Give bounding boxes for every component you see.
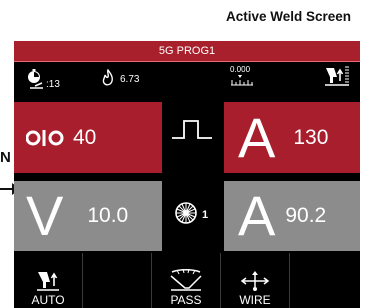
tab-empty-2[interactable] [290, 253, 360, 308]
volts-value: 10.0 [87, 204, 129, 227]
oscillation-value: 40 [73, 125, 97, 149]
amps-set-value: 130 [293, 125, 329, 149]
tab-empty-1[interactable] [83, 253, 152, 308]
tab-wire[interactable]: WIRE [221, 253, 290, 308]
screen-caption: Active Weld Screen [226, 9, 352, 24]
tab-auto[interactable]: AUTO [14, 253, 83, 308]
stopwatch-icon [26, 69, 44, 89]
side-label: N [0, 149, 11, 166]
pulse-waveform-icon[interactable] [171, 118, 213, 142]
volts-symbol: V [26, 184, 64, 247]
rotation-value: 1 [202, 209, 209, 221]
heat-value: 6.73 [120, 74, 140, 85]
volts-panel[interactable]: V 10.0 [14, 181, 162, 251]
gauge-value: 0.000 [230, 65, 251, 74]
flame-icon [102, 69, 114, 87]
gauge-scale-icon [230, 75, 254, 86]
status-bar: :13 6.73 0.000 [14, 62, 360, 102]
oscillation-panel[interactable]: 40 [14, 102, 162, 173]
weld-pass-icon [169, 268, 203, 292]
amps-actual-panel[interactable]: A 90.2 [224, 181, 360, 251]
rotation-wheel-icon[interactable] [174, 201, 198, 225]
tab-wire-label: WIRE [239, 293, 271, 307]
tab-pass-label: PASS [170, 293, 202, 307]
torch-feed-icon [36, 270, 60, 292]
program-title: 5G PROG1 [158, 45, 216, 57]
tab-pass[interactable]: PASS [152, 253, 221, 308]
amps-set-panel[interactable]: A 130 [224, 102, 360, 173]
torch-feed-icon [324, 65, 350, 87]
amps-set-symbol: A [238, 105, 276, 169]
amps-actual-symbol: A [238, 184, 276, 247]
timer-value: :13 [46, 79, 60, 90]
weld-screen: 5G PROG1 :13 6.73 0.000 40 A 130 V 10.0 … [14, 41, 360, 308]
amps-actual-value: 90.2 [285, 204, 327, 227]
oscillation-icon [26, 129, 64, 147]
program-title-bar: 5G PROG1 [14, 41, 360, 62]
wire-direction-icon [240, 270, 270, 292]
tab-auto-label: AUTO [31, 293, 65, 307]
pointer-arrow [0, 183, 20, 195]
